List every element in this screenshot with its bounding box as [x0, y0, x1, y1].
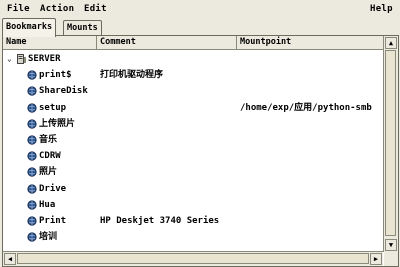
scroll-left-icon[interactable]: ◀ [4, 253, 16, 265]
share-mountpoint [240, 181, 383, 197]
share-comment: 打印机驱动程序 [100, 70, 164, 81]
share-comment [100, 229, 236, 245]
scroll-down-icon[interactable]: ▼ [385, 239, 397, 251]
network-share-icon [27, 200, 37, 210]
menu-action[interactable]: Action [40, 4, 74, 14]
share-comment [100, 116, 236, 132]
column-mountpoint[interactable]: Mountpoint [237, 36, 383, 49]
share-row[interactable]: print$ 打印机驱动程序 [3, 67, 383, 83]
scroll-up-icon[interactable]: ▲ [385, 37, 397, 49]
share-name: setup [39, 102, 67, 113]
network-share-icon [27, 70, 37, 80]
share-mountpoint [240, 213, 383, 229]
share-row[interactable]: 培训 [3, 229, 383, 245]
share-mountpoint [240, 67, 383, 83]
share-name: print$ [39, 70, 72, 81]
share-comment [100, 83, 236, 99]
vertical-scroll-thumb[interactable] [385, 50, 396, 236]
network-share-icon [27, 102, 37, 113]
column-comment[interactable]: Comment [97, 36, 237, 49]
column-name[interactable]: Name [3, 36, 97, 49]
share-comment [100, 100, 236, 116]
network-share-icon [27, 135, 37, 145]
share-comment [100, 181, 236, 197]
network-share-icon [27, 216, 37, 226]
share-row[interactable]: ShareDisk [3, 83, 383, 99]
share-mountpoint [240, 197, 383, 213]
server-row[interactable]: ⌄ SERVER [3, 51, 383, 67]
share-comment [100, 132, 236, 148]
network-share-icon [27, 232, 37, 242]
share-row[interactable]: 照片 [3, 164, 383, 180]
share-row[interactable]: Drive [3, 181, 383, 197]
share-name: ShareDisk [39, 86, 88, 97]
share-row[interactable]: Print HP Deskjet 3740 Series [3, 213, 383, 229]
tab-bookmarks[interactable]: Bookmarks [2, 18, 57, 37]
chevron-down-icon[interactable]: ⌄ [7, 51, 12, 67]
share-name: Drive [39, 183, 67, 194]
share-row[interactable]: 上传照片 [3, 116, 383, 132]
network-share-icon [27, 119, 37, 129]
share-mountpoint [240, 83, 383, 99]
menu-edit[interactable]: Edit [84, 4, 107, 14]
share-name: CDRW [39, 151, 61, 162]
share-row[interactable]: CDRW [3, 148, 383, 164]
network-share-icon [27, 86, 37, 96]
tab-mounts[interactable]: Mounts [63, 20, 102, 36]
share-mountpoint [240, 148, 383, 164]
share-name: 音乐 [39, 135, 58, 145]
shares-tree-panel: Name Comment Mountpoint ⌄ SERVER print$ 打… [2, 35, 399, 267]
column-header: Name Comment Mountpoint [3, 36, 383, 50]
tree-rows: ⌄ SERVER print$ 打印机驱动程序 ShareDisk setup/hom… [3, 50, 383, 252]
menu-help[interactable]: Help [370, 4, 393, 14]
share-mountpoint [240, 229, 383, 245]
server-computer-icon [17, 54, 26, 64]
share-mountpoint [240, 132, 383, 148]
share-name: 照片 [39, 167, 58, 178]
share-name: 培训 [39, 232, 58, 243]
horizontal-scrollbar[interactable]: ◀ ▶ [3, 251, 383, 266]
network-share-icon [27, 167, 37, 177]
share-name: Hua [39, 199, 56, 210]
server-name: SERVER [28, 54, 61, 64]
share-name: Print [39, 216, 67, 226]
share-comment [100, 148, 236, 164]
share-mountpoint [240, 116, 383, 132]
tab-bar: Bookmarks Mounts [0, 18, 400, 37]
network-share-icon [27, 151, 37, 161]
share-name: 上传照片 [39, 118, 76, 129]
share-comment [100, 197, 236, 213]
share-mountpoint: /home/exp/应用/python-smb [240, 102, 372, 113]
share-comment [100, 164, 236, 180]
share-comment: HP Deskjet 3740 Series [100, 216, 220, 226]
share-row[interactable]: 音乐 [3, 132, 383, 148]
scroll-right-icon[interactable]: ▶ [370, 253, 382, 265]
vertical-scrollbar[interactable]: ▲ ▼ [383, 36, 398, 252]
menubar: File Action Edit Help [0, 0, 400, 17]
share-mountpoint [240, 164, 383, 180]
share-row[interactable]: Hua [3, 197, 383, 213]
menu-file[interactable]: File [7, 4, 30, 14]
horizontal-scroll-thumb[interactable] [17, 253, 369, 264]
network-share-icon [27, 183, 37, 194]
share-row[interactable]: setup/home/exp/应用/python-smb [3, 100, 383, 116]
scroll-corner [384, 252, 398, 266]
